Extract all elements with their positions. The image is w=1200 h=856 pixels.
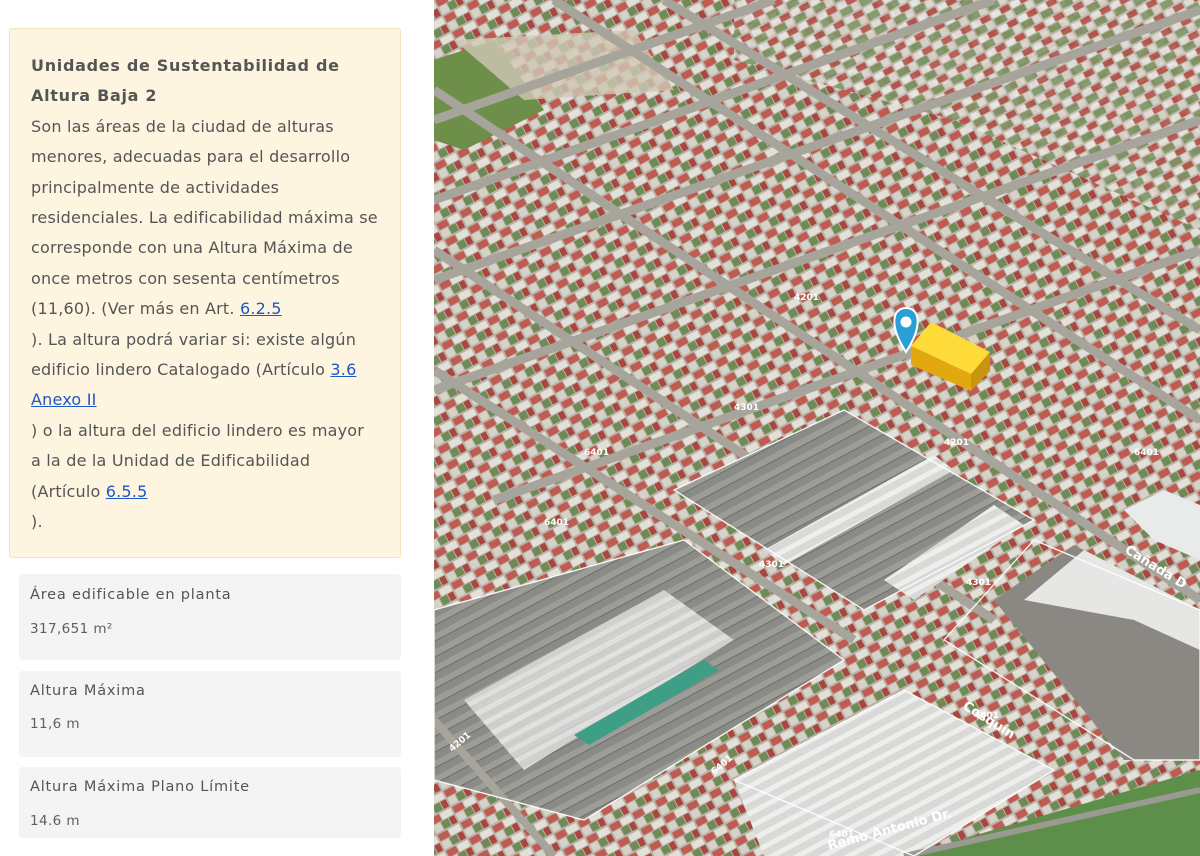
info-sidebar: Unidades de Sustentabilidad de Altura Ba… xyxy=(0,0,434,856)
stat-label: Altura Máxima xyxy=(30,683,146,699)
stat-value: 14.6 m xyxy=(30,813,80,829)
aerial-3d-map[interactable]: 6401 4301 4201 4201 6401 4301 6401 4301 … xyxy=(434,0,1200,856)
road-label: 6401 xyxy=(1134,448,1159,458)
road-label: 4301 xyxy=(966,578,991,588)
zone-description-text: ). xyxy=(31,512,43,532)
road-label: 6401 xyxy=(544,518,569,528)
zone-description-text: ). La altura podrá variar si: existe alg… xyxy=(31,329,357,380)
zone-title: Unidades de Sustentabilidad de Altura Ba… xyxy=(31,56,340,106)
aerial-map-canvas[interactable]: 6401 4301 4201 4201 6401 4301 6401 4301 … xyxy=(434,0,1200,856)
article-link-6-2-5[interactable]: 6.2.5 xyxy=(240,299,282,318)
stat-label: Área edificable en planta xyxy=(30,587,232,603)
stat-label: Altura Máxima Plano Límite xyxy=(30,779,250,795)
stat-card-altura-maxima-plano-limite: Altura Máxima Plano Límite 14.6 m xyxy=(19,767,401,838)
stat-value: 11,6 m xyxy=(30,716,80,732)
zone-description-text: Son las áreas de la ciudad de alturas me… xyxy=(31,116,378,319)
road-label: 4301 xyxy=(734,403,759,413)
zone-description-text: ) o la altura del edificio lindero es ma… xyxy=(31,420,365,501)
stat-card-altura-maxima: Altura Máxima 11,6 m xyxy=(19,671,401,757)
stat-card-area-edificable: Área edificable en planta 317,651 m² xyxy=(19,574,401,660)
road-label: 4201 xyxy=(794,293,819,303)
article-link-6-5-5[interactable]: 6.5.5 xyxy=(106,482,148,501)
road-label: 6401 xyxy=(584,448,609,458)
road-label: 4301 xyxy=(759,560,784,570)
stat-value: 317,651 m² xyxy=(30,621,113,637)
zone-description-card: Unidades de Sustentabilidad de Altura Ba… xyxy=(9,28,401,558)
zone-description: Son las áreas de la ciudad de alturas me… xyxy=(31,112,378,538)
road-label: 4201 xyxy=(944,438,969,448)
